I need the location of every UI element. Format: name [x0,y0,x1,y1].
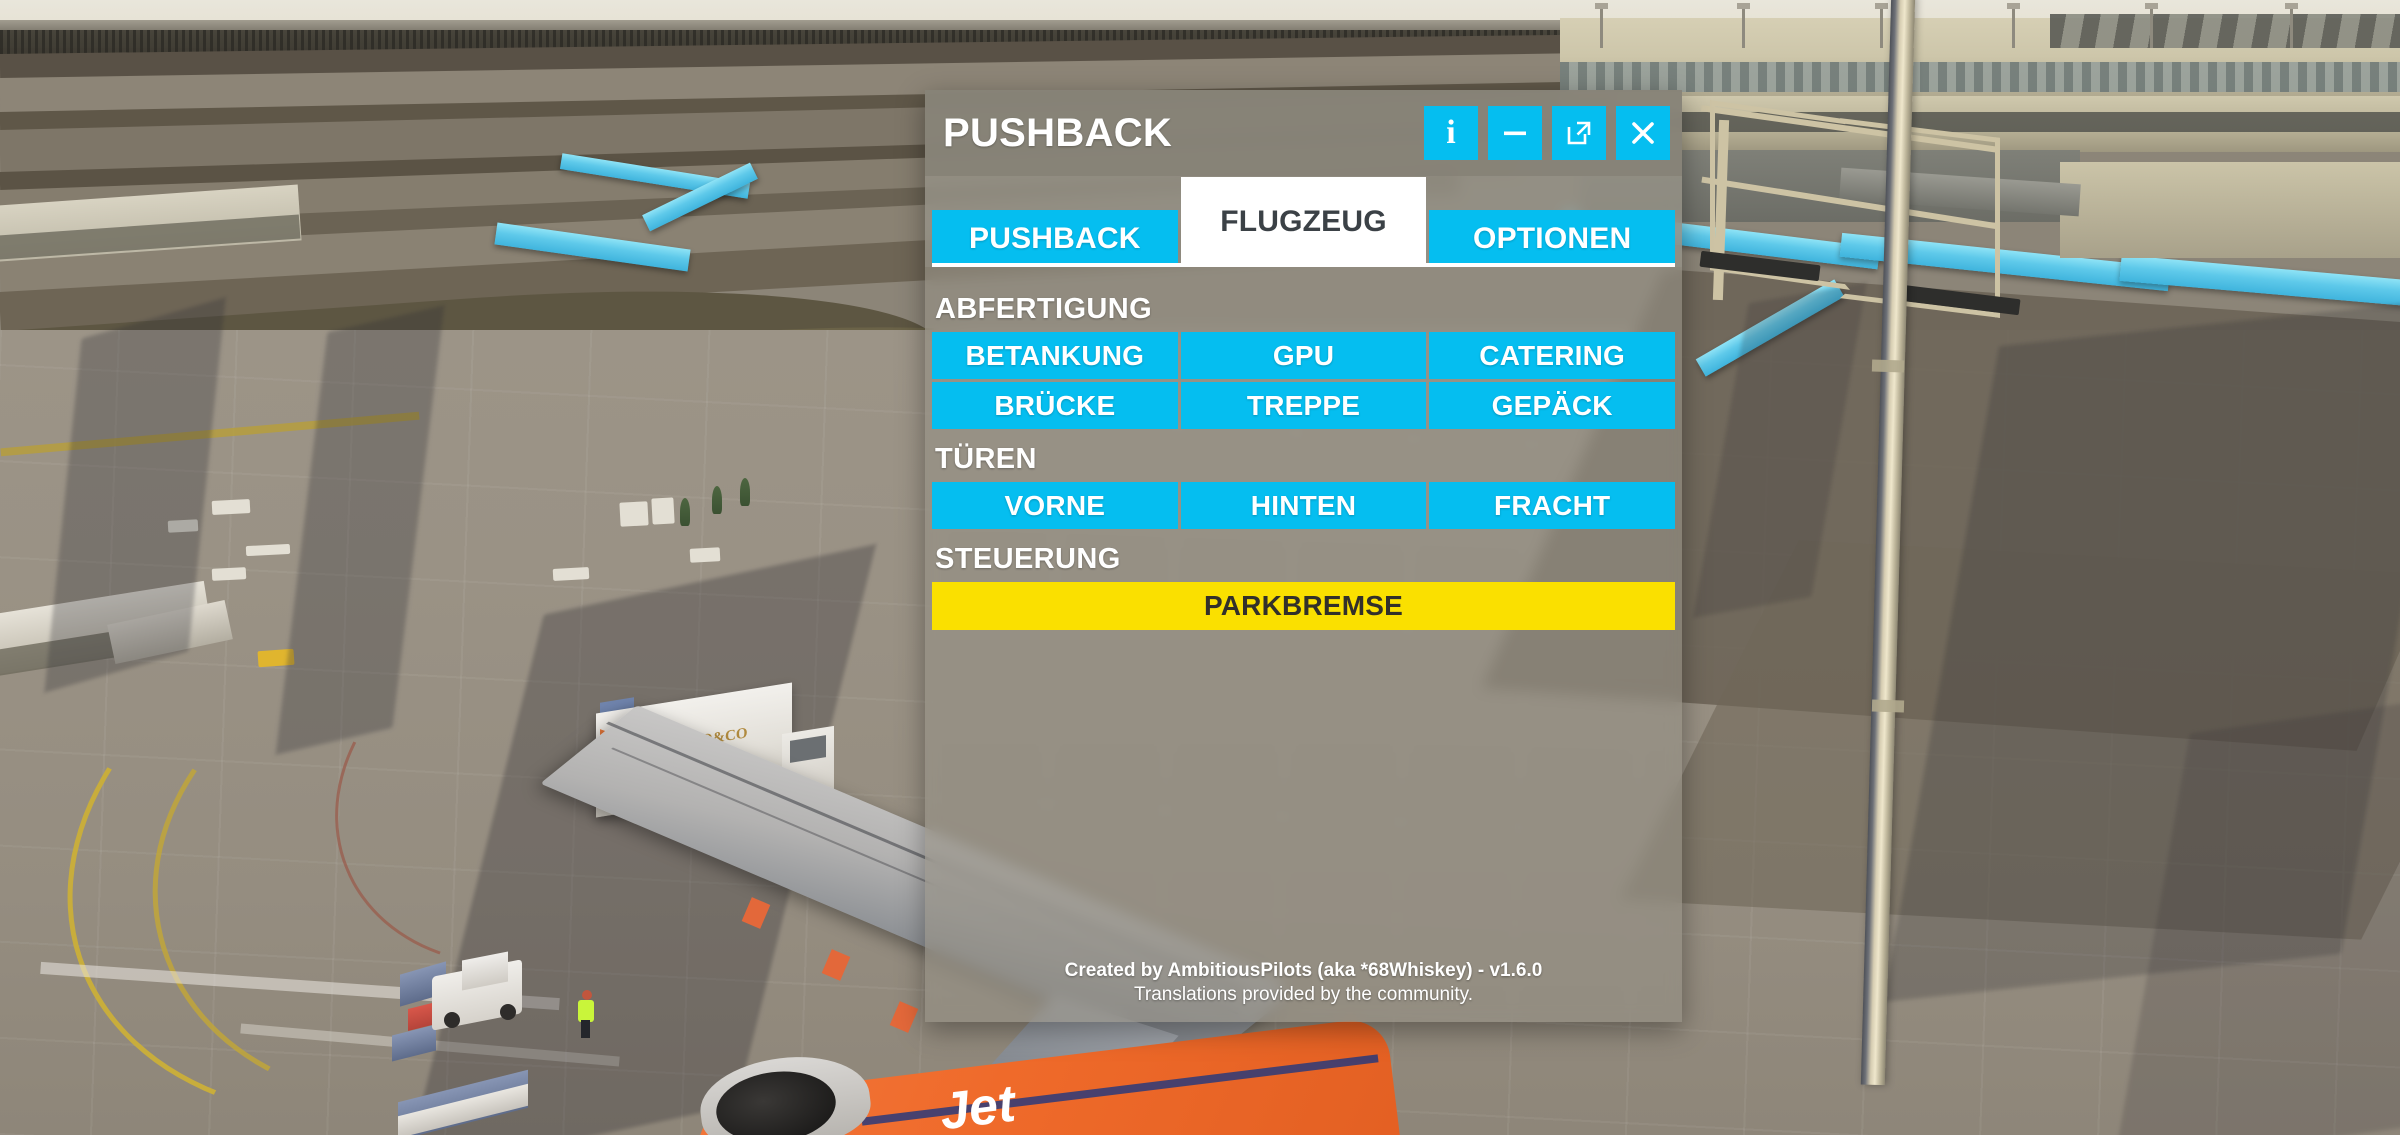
airfield-object [689,547,721,563]
light-pole [2007,3,2020,48]
ground-crew-legs [581,1020,590,1038]
hinten-button[interactable]: HINTEN [1180,482,1427,529]
gpu-button[interactable]: GPU [1180,332,1427,379]
betankung-button[interactable]: BETANKUNG [932,332,1178,379]
panel-titlebar[interactable]: PUSHBACK i [925,90,1682,176]
light-pole [1595,3,1608,48]
tab-flugzeug[interactable]: FLUGZEUG [1180,177,1427,267]
blue-barrier-wall [2119,254,2400,308]
aircraft-livery-text: Jet [936,1074,1019,1135]
popout-button[interactable] [1552,106,1606,160]
light-pole [1737,3,1750,48]
light-pole [2285,3,2298,48]
bruecke-button[interactable]: BRÜCKE [932,382,1178,429]
airfield-sign [651,497,675,525]
pushback-panel: PUSHBACK i PUSHBACK FLUGZEUG OPTIONEN AB… [925,90,1682,1022]
airfield-object [552,567,590,581]
steuerung-row-1: PARKBREMSE [932,582,1675,630]
close-button[interactable] [1616,106,1670,160]
airfield-object [211,499,251,515]
catering-button[interactable]: CATERING [1429,332,1676,379]
vorne-button[interactable]: VORNE [932,482,1178,529]
light-pole [1875,3,1888,48]
tree [740,478,750,506]
footer-credit-line: Created by AmbitiousPilots (aka *68Whisk… [1064,959,1543,981]
panel-title: PUSHBACK [943,111,1173,155]
terminal-glass-facade [1560,62,2400,92]
tree [712,486,722,514]
ground-crew-head [582,990,592,1000]
terminal-building [2060,162,2400,258]
close-icon [1632,122,1654,144]
window-controls: i [1424,106,1670,160]
abfertigung-row-1: BETANKUNG GPU CATERING [932,332,1676,379]
gepaeck-button[interactable]: GEPÄCK [1429,382,1676,429]
tug-wheel [500,1004,516,1020]
panel-content: ABFERTIGUNG BETANKUNG GPU CATERING BRÜCK… [925,267,1682,630]
airfield-sign [619,501,649,527]
section-heading-tueren: TÜREN [935,443,1037,475]
minimize-button[interactable] [1488,106,1542,160]
abfertigung-row-2: BRÜCKE TREPPE GEPÄCK [932,382,1676,429]
treppe-button[interactable]: TREPPE [1180,382,1427,429]
parkbremse-button[interactable]: PARKBREMSE [932,582,1675,630]
ground-crew-hivis-vest [578,1000,594,1022]
terminal-sawtooth-roof [2050,14,2400,48]
light-pole [2145,3,2158,48]
panel-footer: Created by AmbitiousPilots (aka *68Whisk… [925,959,1682,1008]
tug-wheel [444,1012,460,1028]
tree [680,498,690,526]
tab-pushback[interactable]: PUSHBACK [932,210,1178,267]
section-heading-steuerung: STEUERUNG [935,543,1121,575]
mast-band [1871,359,1905,373]
section-heading-abfertigung: ABFERTIGUNG [935,293,1153,325]
external-link-icon [1567,121,1591,145]
info-button[interactable]: i [1424,106,1478,160]
airfield-object [211,567,247,581]
info-icon: i [1446,114,1456,151]
fracht-button[interactable]: FRACHT [1429,482,1676,529]
mast-band [1871,699,1905,713]
tueren-row-1: VORNE HINTEN FRACHT [932,482,1676,529]
tab-optionen[interactable]: OPTIONEN [1429,210,1676,267]
footer-translation-line: Translations provided by the community. [1134,984,1473,1006]
tab-bar: PUSHBACK FLUGZEUG OPTIONEN [925,176,1682,267]
minimize-icon [1504,131,1526,136]
